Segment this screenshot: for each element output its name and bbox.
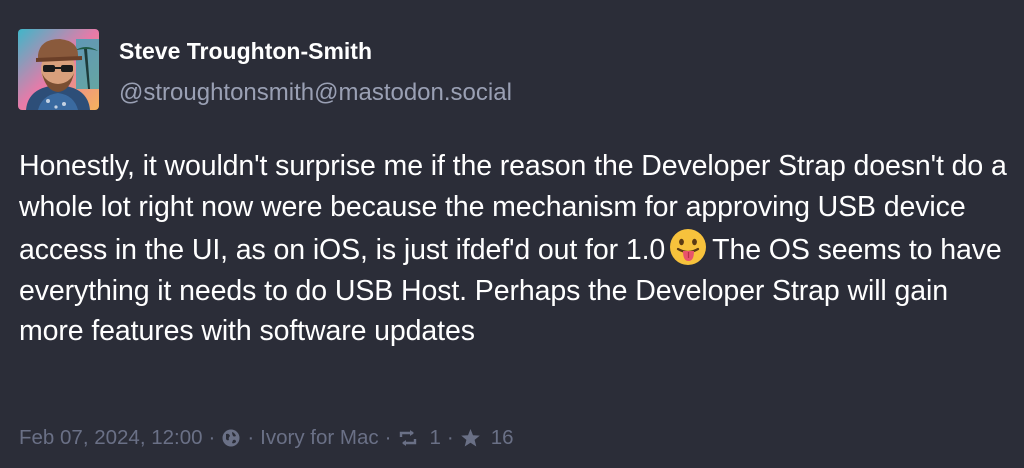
boost-icon[interactable]: [397, 428, 419, 448]
status-post: Steve Troughton-Smith @stroughtonsmith@m…: [0, 0, 1024, 468]
boost-count: 1: [429, 426, 441, 449]
meta-separator: ·: [208, 426, 216, 449]
author-handle[interactable]: @stroughtonsmith@mastodon.social: [119, 78, 512, 108]
author-display-name[interactable]: Steve Troughton-Smith: [119, 36, 512, 66]
post-header: Steve Troughton-Smith @stroughtonsmith@m…: [18, 29, 512, 110]
star-icon[interactable]: [460, 428, 481, 448]
favourite-count: 16: [490, 426, 514, 449]
client-link[interactable]: Ivory for Mac: [260, 426, 378, 450]
post-content: Honestly, it wouldn't surprise me if the…: [19, 146, 1009, 352]
globe-icon: [221, 428, 241, 448]
post-meta: Feb 07, 2024, 12:00 · · Ivory for Mac · …: [19, 426, 514, 450]
meta-separator: ·: [247, 426, 255, 449]
meta-separator: ·: [384, 426, 392, 449]
meta-separator: ·: [446, 426, 454, 449]
tongue-out-emoji-icon: [668, 227, 708, 267]
avatar[interactable]: [18, 29, 99, 110]
author-names: Steve Troughton-Smith @stroughtonsmith@m…: [119, 36, 512, 108]
post-date[interactable]: Feb 07, 2024, 12:00: [19, 426, 203, 450]
post-text: Honestly, it wouldn't surprise me if the…: [19, 146, 1009, 352]
